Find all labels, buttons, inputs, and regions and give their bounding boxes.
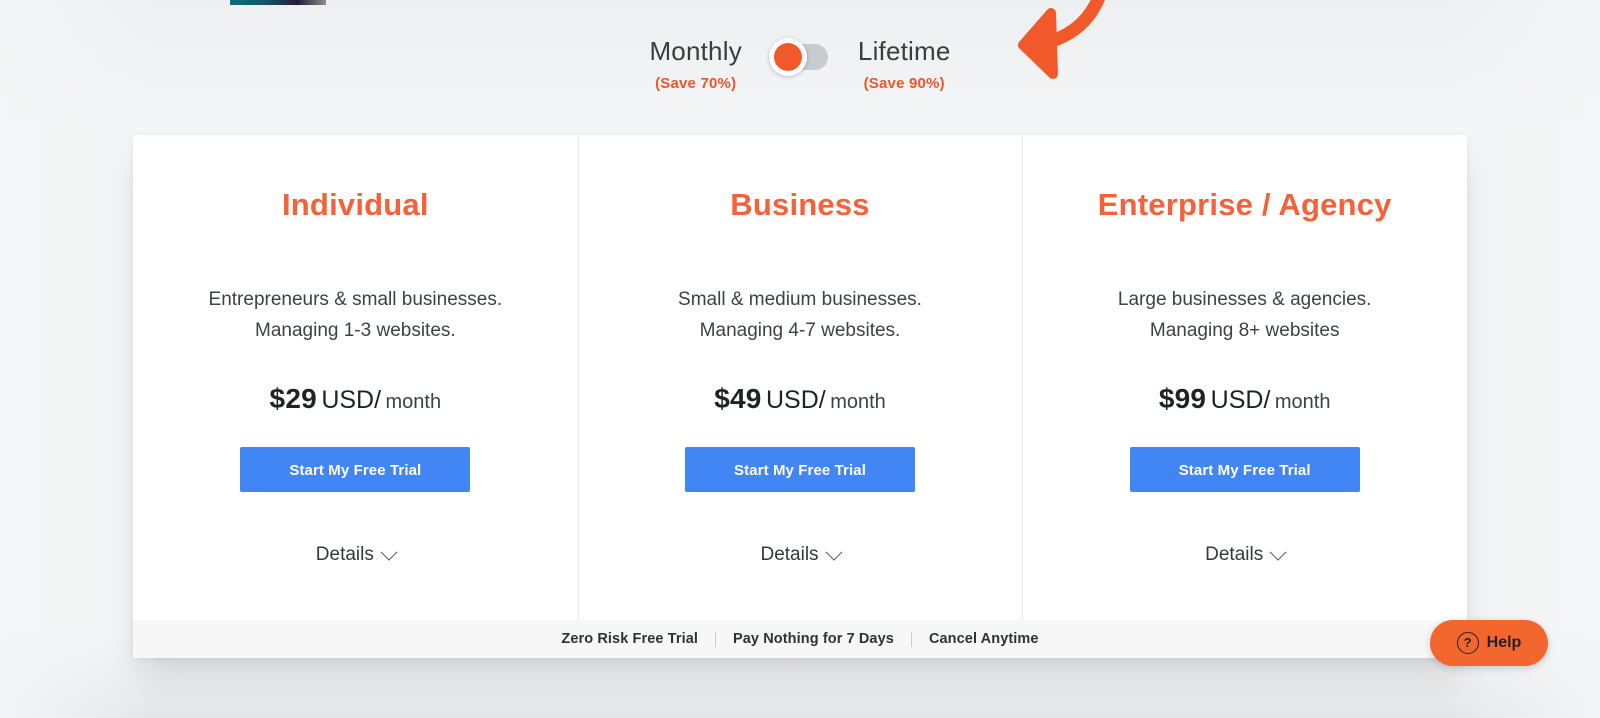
billing-option-lifetime[interactable]: Lifetime (Save 90%) — [858, 38, 951, 91]
plan-details-toggle[interactable]: Details — [760, 543, 843, 566]
start-free-trial-button[interactable]: Start My Free Trial — [240, 446, 471, 492]
plan-details-toggle[interactable]: Details — [315, 543, 398, 566]
billing-option-lifetime-label: Lifetime — [857, 36, 951, 66]
plan-price-period: month — [1274, 390, 1331, 413]
billing-option-lifetime-savings: (Save 90%) — [863, 75, 945, 92]
plan-price-amount: $99 — [1158, 382, 1207, 414]
plan-price: $49 USD/ month — [608, 383, 993, 415]
plan-title: Enterprise / Agency — [1097, 187, 1392, 222]
chevron-down-icon — [380, 543, 398, 561]
plan-price-currency: USD/ — [766, 385, 826, 414]
billing-option-monthly[interactable]: Monthly (Save 70%) — [649, 38, 741, 91]
pricing-plan-individual: Individual Entrepreneurs & small busines… — [133, 135, 578, 620]
plan-details-toggle[interactable]: Details — [1205, 543, 1287, 566]
plan-description: Entrepreneurs & small businesses. Managi… — [208, 289, 503, 341]
plan-description: Large businesses & agencies. Managing 8+… — [1117, 289, 1372, 341]
question-circle-icon: ? — [1456, 632, 1479, 654]
plan-price-currency: USD/ — [321, 385, 382, 414]
plan-details-label: Details — [1205, 543, 1264, 565]
billing-option-monthly-label: Monthly — [649, 36, 742, 66]
plan-price-period: month — [830, 390, 886, 413]
plan-price-amount: $29 — [269, 382, 317, 414]
help-widget-button[interactable]: ? Help — [1430, 620, 1548, 666]
plan-price-amount: $49 — [714, 382, 762, 414]
trust-item: Pay Nothing for 7 Days — [733, 631, 894, 647]
chevron-down-icon — [825, 543, 843, 561]
pricing-plan-enterprise: Enterprise / Agency Large businesses & a… — [1022, 135, 1467, 620]
billing-toggle: Monthly (Save 70%) Lifetime (Save 90%) — [0, 38, 1600, 91]
pricing-panel: Individual Entrepreneurs & small busines… — [133, 135, 1467, 658]
trust-item: Zero Risk Free Trial — [561, 631, 698, 647]
help-widget-label: Help — [1486, 634, 1522, 651]
pricing-plan-list: Individual Entrepreneurs & small busines… — [133, 135, 1467, 620]
plan-details-label: Details — [315, 543, 374, 565]
plan-details-label: Details — [760, 543, 819, 565]
pricing-plan-business: Business Small & medium businesses. Mana… — [577, 135, 1023, 620]
plan-price: $29 USD/ month — [163, 383, 548, 415]
plan-title: Individual — [281, 187, 429, 222]
plan-price: $99 USD/ month — [1052, 383, 1437, 415]
page-top-image-sliver — [230, 0, 326, 5]
chevron-down-icon — [1269, 543, 1287, 561]
trust-bar: Zero Risk Free Trial Pay Nothing for 7 D… — [133, 620, 1467, 658]
billing-toggle-knob — [768, 38, 807, 76]
plan-description: Small & medium businesses. Managing 4-7 … — [678, 289, 922, 341]
plan-price-currency: USD/ — [1210, 385, 1271, 414]
start-free-trial-button[interactable]: Start My Free Trial — [1129, 446, 1360, 492]
plan-price-period: month — [385, 390, 442, 413]
start-free-trial-button[interactable]: Start My Free Trial — [685, 446, 915, 492]
billing-option-monthly-savings: (Save 70%) — [655, 75, 737, 92]
plan-title: Business — [730, 187, 870, 222]
billing-toggle-switch[interactable] — [768, 38, 828, 76]
trust-item: Cancel Anytime — [928, 631, 1039, 647]
